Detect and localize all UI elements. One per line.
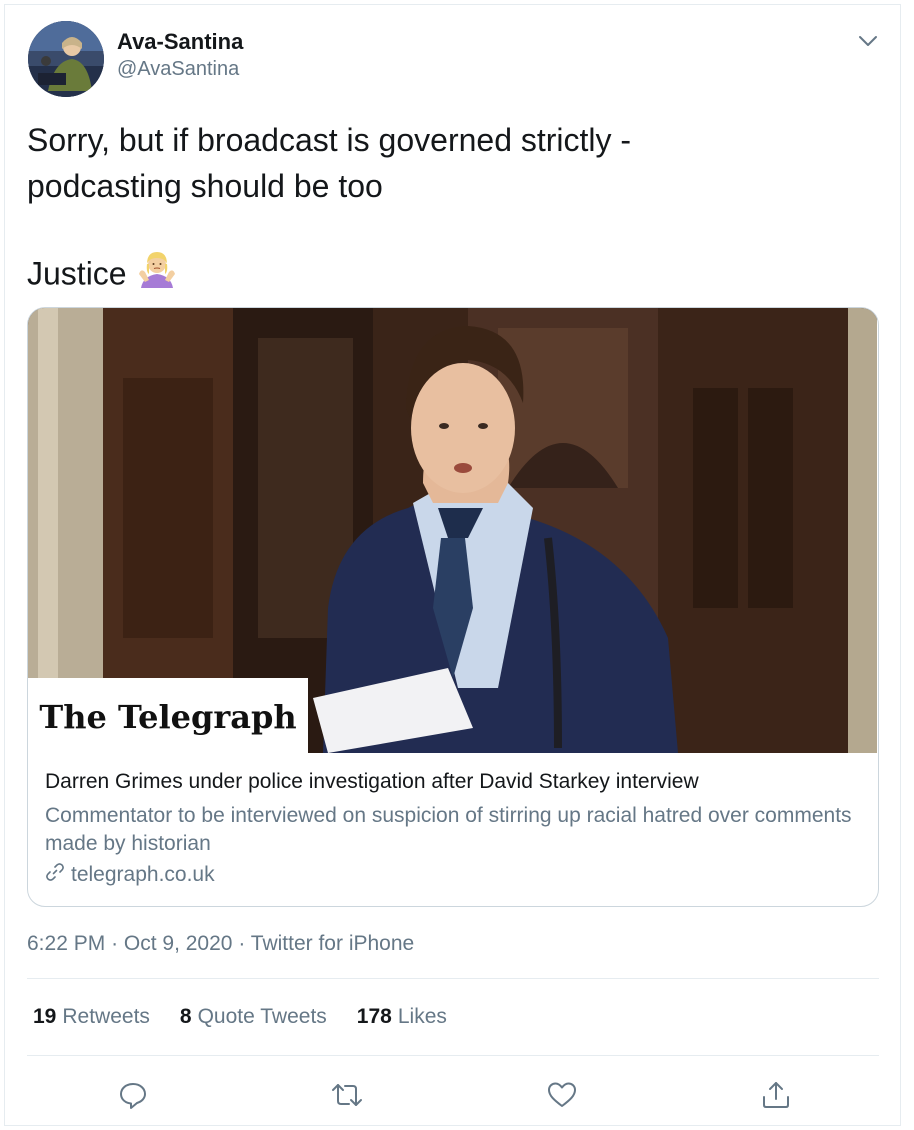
author-handle[interactable]: @AvaSantina	[117, 58, 239, 81]
link-card-image[interactable]: The Telegraph	[28, 308, 877, 753]
avatar[interactable]	[28, 21, 104, 97]
tweet-actions	[5, 1073, 902, 1117]
telegraph-logo: The Telegraph	[39, 698, 296, 736]
retweets-count: 19	[33, 1005, 57, 1028]
link-card-domain[interactable]: telegraph.co.uk	[45, 862, 215, 888]
divider	[27, 978, 879, 979]
tweet-date[interactable]: Oct 9, 2020	[124, 932, 233, 955]
quote-tweets-label: Quote Tweets	[197, 1005, 327, 1028]
reply-icon[interactable]	[111, 1073, 155, 1117]
tweet-card: Ava-Santina @AvaSantina Sorry, but if br…	[4, 4, 901, 1126]
tweet-text-line: Sorry, but if broadcast is governed stri…	[27, 122, 632, 158]
quote-tweets-count: 8	[179, 1005, 192, 1028]
link-card-domain-text[interactable]: telegraph.co.uk	[71, 863, 215, 887]
tweet-text-justice: Justice	[27, 250, 177, 302]
link-card[interactable]: The Telegraph Darren Grimes under police…	[27, 307, 879, 907]
likes-stat[interactable]: 178 Likes	[357, 1005, 447, 1029]
likes-label: Likes	[397, 1005, 447, 1028]
link-card-description: Commentator to be interviewed on suspici…	[45, 804, 852, 855]
tweet-text: Sorry, but if broadcast is governed stri…	[27, 117, 867, 209]
divider	[27, 1055, 879, 1056]
share-icon[interactable]	[754, 1073, 798, 1117]
tweet-text-line: Justice	[27, 255, 127, 292]
meta-separator: ·	[111, 932, 119, 955]
tweet-source[interactable]: Twitter for iPhone	[251, 932, 414, 955]
author-name[interactable]: Ava-Santina	[117, 29, 243, 55]
link-card-title[interactable]: Darren Grimes under police investigation…	[45, 770, 699, 794]
chevron-down-icon[interactable]	[854, 27, 882, 55]
retweets-label: Retweets	[62, 1005, 150, 1028]
tweet-stats: 19 Retweets 8 Quote Tweets 178 Likes	[33, 1005, 447, 1029]
quote-tweets-stat[interactable]: 8 Quote Tweets	[180, 1005, 327, 1029]
link-icon	[45, 862, 71, 888]
likes-count: 178	[356, 1005, 392, 1028]
heart-icon[interactable]	[540, 1073, 584, 1117]
woman-shrugging-emoji-icon	[137, 250, 177, 302]
tweet-meta: 6:22 PM · Oct 9, 2020 · Twitter for iPho…	[27, 932, 414, 956]
retweet-icon[interactable]	[325, 1073, 369, 1117]
retweets-stat[interactable]: 19 Retweets	[33, 1005, 150, 1029]
tweet-text-line: podcasting should be too	[27, 168, 383, 204]
tweet-time[interactable]: 6:22 PM	[27, 932, 105, 955]
link-card-body[interactable]: Darren Grimes under police investigation…	[28, 754, 877, 906]
